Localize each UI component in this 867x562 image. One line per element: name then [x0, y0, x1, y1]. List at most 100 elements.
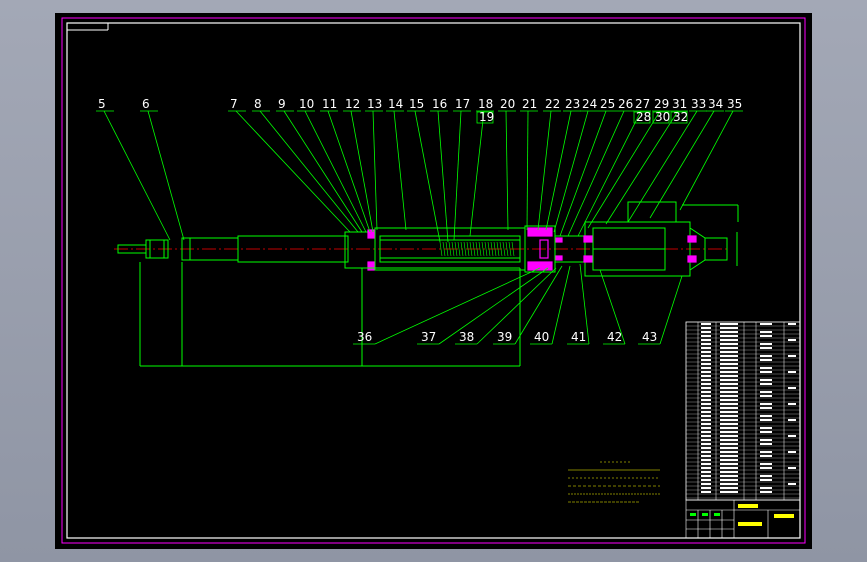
table-cell-text [760, 451, 772, 453]
part-label: 23 [565, 97, 580, 111]
table-cell-text [760, 415, 772, 417]
leader-line [304, 110, 367, 233]
part-label: 6 [142, 97, 150, 111]
table-cell-text [720, 491, 738, 493]
part-sub-label: 28 [636, 110, 651, 124]
leader-line [393, 110, 407, 231]
table-cell-text [720, 351, 738, 353]
table-cell-text [701, 459, 711, 461]
leader-line [453, 110, 462, 241]
table-cell-text [720, 415, 738, 417]
table-cell-text [760, 487, 772, 489]
part-sub-label: 32 [673, 110, 688, 124]
table-cell-text [701, 491, 711, 493]
table-cell-text [720, 399, 738, 401]
technical-notes [568, 461, 660, 503]
leader-line [259, 110, 359, 233]
part-label: 5 [98, 97, 106, 111]
table-cell-text [760, 439, 772, 441]
table-cell-text [788, 339, 796, 341]
table-cell-text [701, 419, 711, 421]
table-cell-text [760, 479, 772, 481]
leader-line [283, 110, 363, 233]
table-cell-text [760, 395, 772, 397]
part-label: 17 [455, 97, 470, 111]
table-cell-text [720, 375, 738, 377]
part-label: 15 [409, 97, 424, 111]
leader-line [587, 110, 661, 229]
table-cell-text [701, 439, 711, 441]
table-cell-text [788, 435, 796, 437]
part-label: 13 [367, 97, 382, 111]
table-cell-text [760, 323, 772, 325]
table-cell-text [760, 343, 772, 345]
table-cell-text [701, 431, 711, 433]
spring-turn [457, 241, 461, 257]
table-cell-text [701, 427, 711, 429]
table-cell-text [788, 387, 796, 389]
table-cell-text [760, 475, 772, 477]
leader-line [350, 110, 374, 233]
table-cell-text [720, 483, 738, 485]
part-label: 12 [345, 97, 360, 111]
table-cell-text [720, 419, 738, 421]
table-cell-text [720, 451, 738, 453]
table-cell-text [720, 423, 738, 425]
leader-line [437, 110, 449, 243]
part-label: 37 [421, 330, 436, 344]
table-cell-text [701, 455, 711, 457]
drawing-sheet: 5 6 7 8 9 10 11 12 13 14 15 16 17 18 20 21 22 23 24 25 26 27 2… [55, 13, 812, 549]
table-cell-text [720, 411, 738, 413]
table-cell-text [701, 403, 711, 405]
part-label: 22 [545, 97, 560, 111]
part-label: 38 [459, 330, 474, 344]
table-cell-text [701, 447, 711, 449]
leader-line [526, 110, 529, 231]
spring-turn [502, 241, 506, 257]
part-label: 26 [618, 97, 633, 111]
part-label: 20 [500, 97, 515, 111]
table-cell-text [760, 379, 772, 381]
table-cell-text [720, 343, 738, 345]
table-cell-text [788, 403, 796, 405]
table-cell-text [720, 327, 738, 329]
table-cell-text [701, 359, 711, 361]
table-cell-text [720, 471, 738, 473]
table-cell-text [701, 443, 711, 445]
table-cell-text [720, 427, 738, 429]
leader-line [577, 110, 642, 237]
table-cell-text [720, 391, 738, 393]
leader-line [537, 110, 552, 231]
table-cell-text [788, 371, 796, 373]
table-cell-text [760, 491, 772, 493]
table-cell-text [720, 467, 738, 469]
table-cell-text [701, 479, 711, 481]
part-label: 39 [497, 330, 512, 344]
table-cell-text [701, 347, 711, 349]
table-cell-text [720, 355, 738, 357]
table-cell-text [760, 427, 772, 429]
part-label: 35 [727, 97, 742, 111]
table-cell-text [701, 367, 711, 369]
table-cell-text [701, 395, 711, 397]
part-label: 8 [254, 97, 262, 111]
table-cell-text [701, 363, 711, 365]
table-cell-text [701, 471, 711, 473]
title-block [685, 499, 801, 539]
part-label: 7 [230, 97, 238, 111]
leader-line [553, 110, 589, 233]
part-label: 43 [642, 330, 657, 344]
table-cell-text [701, 451, 711, 453]
leader-line [469, 110, 485, 237]
leader-line [374, 267, 541, 345]
cad-viewport[interactable]: 5 6 7 8 9 10 11 12 13 14 15 16 17 18 20 21 22 23 24 25 26 27 2… [0, 0, 867, 562]
table-cell-text [720, 335, 738, 337]
spring-turn [484, 241, 488, 257]
part-label: 24 [582, 97, 597, 111]
leader-line [438, 267, 549, 345]
part-label: 41 [571, 330, 586, 344]
part-label: 14 [388, 97, 403, 111]
part-label: 10 [299, 97, 314, 111]
leader-line [103, 110, 171, 241]
table-cell-text [720, 347, 738, 349]
